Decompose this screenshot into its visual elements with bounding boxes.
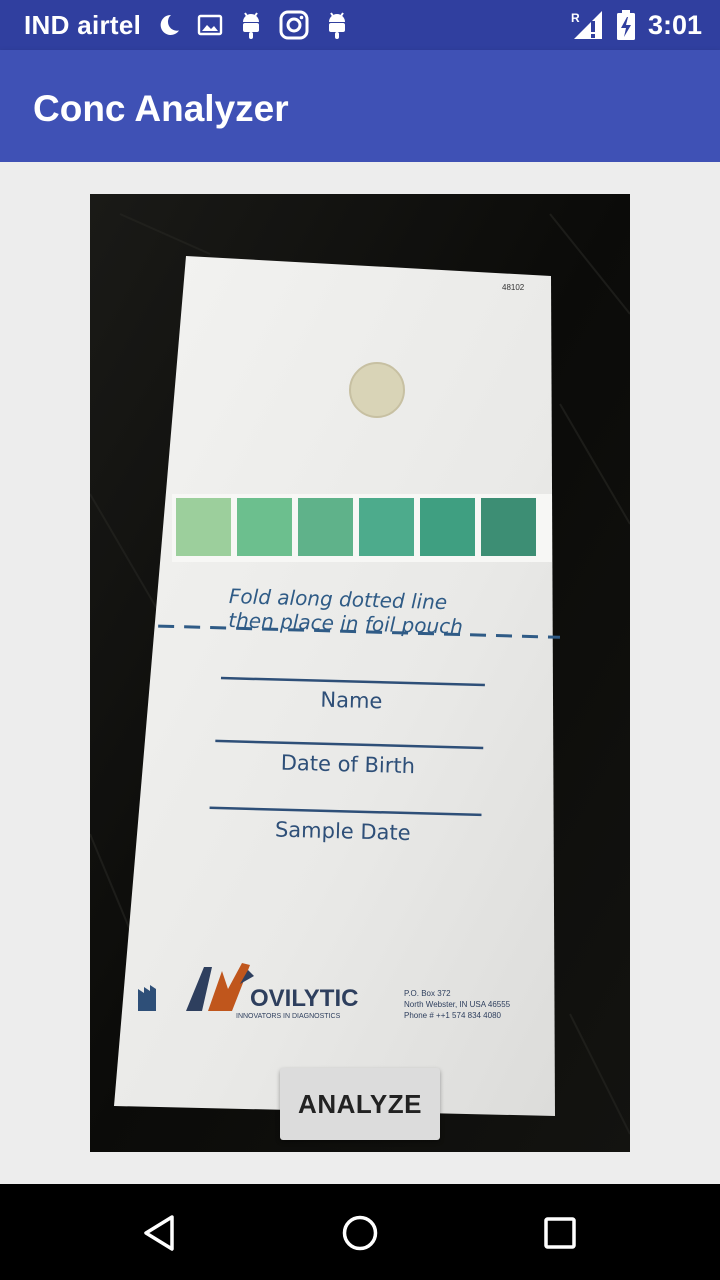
card-code: 48102 <box>502 283 525 292</box>
color-swatch <box>420 498 475 556</box>
address-line-3: Phone # ++1 574 834 4080 <box>404 1011 502 1020</box>
main-content: 48102 Fold along dotted line then place … <box>0 162 720 1184</box>
home-button[interactable] <box>335 1208 385 1258</box>
test-card-photo: 48102 Fold along dotted line then place … <box>90 194 630 1152</box>
sample-date-label: Sample Date <box>275 818 411 846</box>
color-swatch <box>298 498 353 556</box>
status-right: R 3:01 <box>570 0 702 50</box>
home-icon <box>340 1213 380 1253</box>
signal-roaming-icon: R <box>570 9 604 41</box>
clock: 3:01 <box>647 9 702 40</box>
navigation-bar <box>0 1184 720 1280</box>
sample-pad <box>349 362 405 418</box>
recents-button[interactable] <box>535 1208 585 1258</box>
name-label: Name <box>320 688 383 714</box>
back-icon <box>140 1213 180 1253</box>
image-notification-icon <box>197 13 223 37</box>
back-button[interactable] <box>135 1208 185 1258</box>
app-title: Conc Analyzer <box>33 88 289 129</box>
moon-icon <box>157 13 181 37</box>
status-left: IND airtel <box>24 0 349 50</box>
svg-text:R: R <box>571 11 580 25</box>
carrier-label: IND airtel <box>24 9 142 40</box>
app-bar: Conc Analyzer <box>0 50 720 162</box>
color-swatch <box>359 498 414 556</box>
address-line-2: North Webster, IN USA 46555 <box>404 1000 511 1009</box>
color-swatch <box>176 498 231 556</box>
color-swatch <box>481 498 536 556</box>
brand-tagline: INNOVATORS IN DIAGNOSTICS <box>236 1013 341 1020</box>
status-bar: IND airtel R 3:01 <box>0 0 720 50</box>
instagram-icon <box>279 10 309 40</box>
color-swatch <box>237 498 292 556</box>
battery-charging-icon <box>616 9 636 41</box>
brand-name: OVILYTIC <box>250 985 358 1012</box>
address-line-1: P.O. Box 372 <box>404 989 451 998</box>
dob-label: Date of Birth <box>280 751 415 779</box>
recents-icon <box>540 1213 580 1253</box>
photo-scene: 48102 Fold along dotted line then place … <box>90 194 630 1152</box>
analyze-button[interactable]: ANALYZE <box>280 1068 440 1140</box>
android-notification-icon <box>239 10 263 40</box>
android-notification-icon <box>325 10 349 40</box>
